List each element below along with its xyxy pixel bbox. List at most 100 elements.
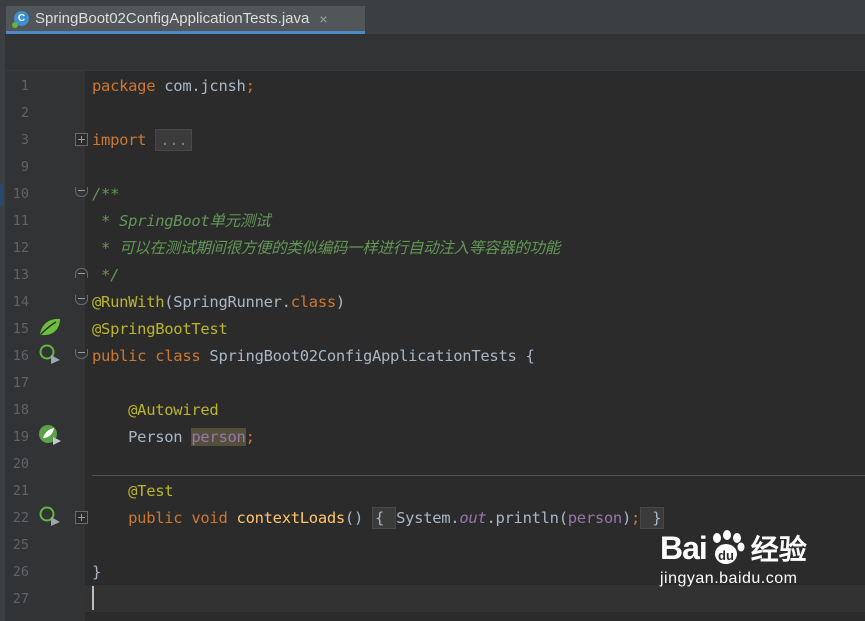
code-token: ; [245,77,255,95]
code-token: /** [92,185,120,203]
watermark-suffix: 经验 [750,533,807,566]
code-text[interactable]: } [92,559,101,586]
code-line: 17 [0,370,865,397]
line-number[interactable]: 2 [5,100,29,127]
line-number[interactable]: 18 [5,397,29,424]
line-number[interactable]: 3 [5,127,29,154]
code-token: public void [128,509,237,527]
tab-springboot02-config-application-tests[interactable]: SpringBoot02ConfigApplicationTests.java … [6,6,365,34]
line-number[interactable]: 26 [5,559,29,586]
baidu-jingyan-watermark: Bai du 经验 jingyan.baidu.com [660,528,860,604]
code-text[interactable]: public void contextLoads() { System.out.… [92,505,665,532]
code-line: 13 */ [0,262,865,289]
code-text[interactable]: * 可以在测试期间很方便的类似编码一样进行自动注入等容器的功能 [92,235,560,262]
svg-text:du: du [718,548,734,563]
line-number[interactable]: 16 [5,343,29,370]
code-text[interactable]: public class SpringBoot02ConfigApplicati… [92,343,535,370]
code-token: @Test [128,482,174,500]
line-number[interactable]: 20 [5,451,29,478]
tab-close-icon[interactable]: × [319,11,327,27]
code-token: } [92,563,102,581]
folded-code-placeholder[interactable]: ... [155,129,193,151]
code-text[interactable]: @SpringBootTest [92,316,228,343]
code-token: @SpringBootTest [92,320,228,338]
code-line: 10 /** [0,181,865,208]
line-number[interactable]: 17 [5,370,29,397]
code-text[interactable]: @Test [92,478,173,505]
line-number[interactable]: 9 [5,154,29,181]
code-line: 11 * SpringBoot单元测试 [0,208,865,235]
code-token: (SpringRunner. [164,293,291,311]
code-token: @Autowired [128,401,219,419]
line-number[interactable]: 19 [5,424,29,451]
code-text[interactable]: * SpringBoot单元测试 [92,208,270,235]
baidu-paw-icon: du [712,530,745,564]
java-class-icon [12,11,29,28]
code-line: 18 @Autowired [0,397,865,424]
code-token: ) [335,293,345,311]
text-caret [92,586,94,610]
code-token: System. [396,509,460,527]
code-line: 12 * 可以在测试期间很方便的类似编码一样进行自动注入等容器的功能 [0,235,865,262]
tab-title: SpringBoot02ConfigApplicationTests.java [35,10,310,27]
fold-expand-icon[interactable] [75,133,88,146]
code-text[interactable]: package com.jcnsh; [92,73,255,100]
code-token: ) [621,509,631,527]
code-text[interactable]: @Autowired [92,397,219,424]
fold-end-icon[interactable] [75,268,88,278]
code-text[interactable]: Person person; [92,424,255,451]
code-token: * SpringBoot单元测试 [92,212,271,230]
line-number[interactable]: 1 [5,73,29,100]
line-number[interactable]: 12 [5,235,29,262]
code-token: * 可以在测试期间很方便的类似编码一样进行自动注入等容器的功能 [92,239,560,257]
code-token: person [567,509,623,527]
code-line: 3 import ... [0,127,865,154]
code-token: .println( [486,509,568,527]
code-token: package [92,77,165,95]
code-text[interactable]: @RunWith(SpringRunner.class) [92,289,345,316]
method-name: contextLoads [236,509,346,527]
watermark-url: jingyan.baidu.com [660,570,798,587]
run-test-icon[interactable] [38,343,62,365]
code-token: */ [92,266,120,284]
folded-code-placeholder[interactable]: } [640,507,665,529]
run-test-icon[interactable] [38,505,62,527]
line-number[interactable]: 13 [5,262,29,289]
line-number[interactable]: 15 [5,316,29,343]
code-line: 2 [0,100,865,127]
code-line: 21 @Test [0,478,865,505]
line-number[interactable]: 27 [5,586,29,613]
spring-leaf-icon[interactable] [38,316,62,338]
folded-code-placeholder[interactable]: { [372,507,397,529]
line-number[interactable]: 14 [5,289,29,316]
code-line: 1 package com.jcnsh; [0,73,865,100]
code-text[interactable]: */ [92,262,119,289]
line-number[interactable]: 21 [5,478,29,505]
code-text[interactable]: /** [92,181,119,208]
code-line: 14 @RunWith(SpringRunner.class) [0,289,865,316]
code-token: SpringBoot02ConfigApplicationTests { [209,347,535,365]
line-number[interactable]: 25 [5,532,29,559]
code-text[interactable]: import ... [92,127,193,154]
line-number[interactable]: 22 [5,505,29,532]
code-line: 20 [0,451,865,478]
line-number[interactable]: 10 [5,181,29,208]
code-line: 15 @SpringBootTest [0,316,865,343]
code-token: out [459,509,487,527]
breadcrumb-bar [0,34,865,71]
line-number[interactable]: 11 [5,208,29,235]
fold-expand-icon[interactable] [75,511,88,524]
code-token: Person [92,428,192,446]
watermark-brand-left: Bai [660,529,708,566]
autowired-bean-icon[interactable] [38,424,62,446]
code-token: ; [631,509,641,527]
code-token: public class [92,347,210,365]
highlighted-identifier: person [191,428,246,446]
code-token: import [92,131,156,149]
code-line: 9 [0,154,865,181]
code-token: @RunWith [92,293,165,311]
code-line: 19 Person person; [0,424,865,451]
